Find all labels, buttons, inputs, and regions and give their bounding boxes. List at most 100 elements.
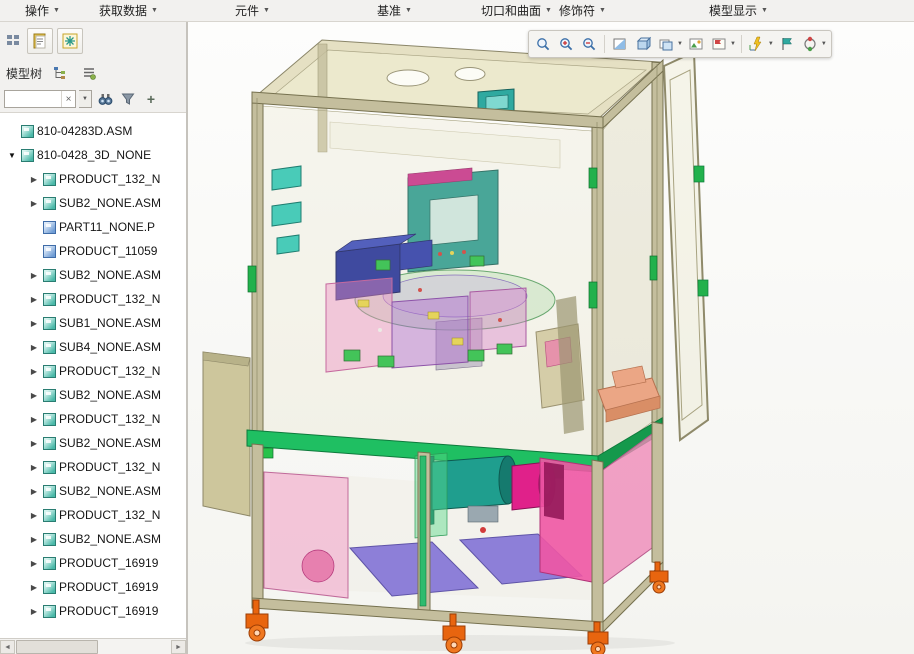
regenerate-button[interactable] — [57, 28, 83, 54]
spin-center-button[interactable] — [799, 33, 821, 55]
tree-search-row: × ▼ + — [0, 86, 186, 112]
menubar: 操作 ▼ 获取数据 ▼ 元件 ▼ 基准 ▼ 切口和曲面 ▼ 修饰符 ▼ 模型显示 ▼ — [0, 0, 914, 22]
tree-item-label: PRODUCT_11059 — [59, 244, 158, 258]
datum-display-filter-button[interactable] — [746, 33, 768, 55]
tree-item-label: PART11_NONE.P — [59, 220, 156, 234]
scrollbar-thumb[interactable] — [16, 640, 98, 654]
assembly-icon — [43, 364, 56, 378]
zoom-in-icon — [560, 38, 573, 51]
expander-icon[interactable]: ▶ — [28, 367, 40, 376]
tree-item-product-132-n[interactable]: ▶ PRODUCT_132_N — [0, 455, 186, 479]
menu-item-datum[interactable]: 基准 ▼ — [372, 0, 417, 21]
chevron-down-icon: ▼ — [263, 7, 270, 14]
paste-button[interactable] — [27, 28, 53, 54]
scroll-left-icon[interactable]: ◄ — [0, 640, 15, 654]
expand-all-button[interactable]: + — [141, 89, 161, 109]
menu-item-component[interactable]: 元件 ▼ — [230, 0, 275, 21]
search-input[interactable] — [5, 91, 61, 107]
filter-button[interactable] — [118, 89, 138, 109]
annotation-display-button[interactable] — [776, 33, 798, 55]
menu-item-operations[interactable]: 操作 ▼ — [20, 0, 65, 21]
display-style-button[interactable] — [655, 33, 677, 55]
find-button[interactable] — [95, 89, 115, 109]
tree-filters-button[interactable] — [78, 63, 102, 83]
menu-item-model-display[interactable]: 模型显示 ▼ — [704, 0, 773, 21]
menu-item-get-data[interactable]: 获取数据 ▼ — [94, 0, 163, 21]
expander-icon[interactable]: ▼ — [6, 151, 18, 160]
menu-label: 模型显示 — [709, 4, 758, 18]
expander-icon[interactable]: ▶ — [28, 391, 40, 400]
tree-item-sub2-none-asm[interactable]: ▶ SUB2_NONE.ASM — [0, 383, 186, 407]
navigator-grid-icon — [7, 35, 19, 45]
tree-item-label: 810-0428_3D_NONE — [37, 148, 152, 162]
expander-icon[interactable]: ▶ — [28, 199, 40, 208]
tree-item-sub2-none-asm[interactable]: ▶ SUB2_NONE.ASM — [0, 431, 186, 455]
expander-icon[interactable]: ▶ — [28, 343, 40, 352]
expander-icon[interactable]: ▶ — [28, 319, 40, 328]
assembly-icon — [43, 340, 56, 354]
display-shaded-button[interactable] — [632, 33, 654, 55]
expander-icon[interactable]: ▶ — [28, 511, 40, 520]
expander-icon[interactable]: ▶ — [28, 487, 40, 496]
scroll-right-icon[interactable]: ► — [171, 640, 186, 654]
tree-item-label: PRODUCT_16919 — [59, 604, 159, 618]
assembly-icon — [43, 460, 56, 474]
panel-splitter[interactable] — [186, 22, 188, 654]
tree-item-label: PRODUCT_132_N — [59, 292, 161, 306]
expander-icon[interactable]: ▶ — [28, 559, 40, 568]
horizontal-scrollbar[interactable]: ◄ ► — [0, 638, 186, 654]
chevron-down-icon: ▼ — [405, 7, 412, 14]
plus-icon: + — [146, 91, 156, 107]
expander-icon[interactable]: ▶ — [28, 583, 40, 592]
tree-item-label: PRODUCT_132_N — [59, 364, 161, 378]
tree-item-sub4-none-asm[interactable]: ▶ SUB4_NONE.ASM — [0, 335, 186, 359]
expander-icon[interactable]: ▶ — [28, 535, 40, 544]
model-tree-list: 810-04283D.ASM ▼ 810-0428_3D_NONE ▶ PRODUCT_… — [0, 112, 186, 638]
expander-icon[interactable]: ▶ — [28, 415, 40, 424]
saved-views-button[interactable] — [685, 33, 707, 55]
display-shaded-icon — [636, 36, 651, 51]
expander-icon[interactable]: ▶ — [28, 295, 40, 304]
menu-item-cut-and-surface[interactable]: 切口和曲面 ▼ — [476, 0, 557, 21]
expander-icon[interactable]: ▶ — [28, 607, 40, 616]
tree-item-product-132-n[interactable]: ▶ PRODUCT_132_N — [0, 503, 186, 527]
tree-columns-button[interactable] — [49, 63, 73, 83]
expander-icon[interactable]: ▶ — [28, 463, 40, 472]
tree-item-product-16919[interactable]: ▶ PRODUCT_16919 — [0, 575, 186, 599]
quick-access-bar — [0, 22, 186, 60]
tree-item-product-132-n[interactable]: ▶ PRODUCT_132_N — [0, 167, 186, 191]
expander-icon[interactable]: ▶ — [28, 271, 40, 280]
menu-item-decorate[interactable]: 修饰符 ▼ — [554, 0, 611, 21]
spin-center-icon — [804, 36, 816, 52]
zoom-region-button[interactable] — [532, 33, 554, 55]
zoom-out-button[interactable] — [578, 33, 600, 55]
clear-search-icon[interactable]: × — [61, 91, 75, 107]
open-door[interactable] — [662, 43, 710, 442]
side-panel[interactable] — [202, 351, 251, 517]
navigator-toggle-button[interactable] — [3, 31, 23, 51]
tree-item-sub2-none-asm[interactable]: ▶ SUB2_NONE.ASM — [0, 527, 186, 551]
view-images-button[interactable] — [708, 33, 730, 55]
expander-icon[interactable]: ▶ — [28, 175, 40, 184]
chevron-down-icon: ▼ — [767, 41, 774, 47]
tree-item-product-16919[interactable]: ▶ PRODUCT_16919 — [0, 551, 186, 575]
tree-item-sub2-none-asm[interactable]: ▶ SUB2_NONE.ASM — [0, 263, 186, 287]
tree-item-product-132-n[interactable]: ▶ PRODUCT_132_N — [0, 407, 186, 431]
chevron-down-icon: ▼ — [151, 7, 158, 14]
tree-item-product-16919[interactable]: ▶ PRODUCT_16919 — [0, 599, 186, 623]
expander-icon[interactable]: ▶ — [28, 439, 40, 448]
tree-item-product-11059[interactable]: PRODUCT_11059 — [0, 239, 186, 263]
tree-item-sub2-none-asm[interactable]: ▶ SUB2_NONE.ASM — [0, 479, 186, 503]
tree-item-810-04283d-asm[interactable]: 810-04283D.ASM — [0, 119, 186, 143]
search-dropdown-button[interactable]: ▼ — [79, 90, 92, 108]
tree-item-product-132-n[interactable]: ▶ PRODUCT_132_N — [0, 287, 186, 311]
panel-title: 模型树 — [6, 66, 43, 81]
chevron-down-icon: ▼ — [599, 7, 606, 14]
tree-item-part11-none-p[interactable]: PART11_NONE.P — [0, 215, 186, 239]
tree-item-810-0428-3d-none[interactable]: ▼ 810-0428_3D_NONE — [0, 143, 186, 167]
tree-item-sub2-none-asm[interactable]: ▶ SUB2_NONE.ASM — [0, 191, 186, 215]
tree-item-product-132-n[interactable]: ▶ PRODUCT_132_N — [0, 359, 186, 383]
tree-item-sub1-none-asm[interactable]: ▶ SUB1_NONE.ASM — [0, 311, 186, 335]
zoom-in-button[interactable] — [555, 33, 577, 55]
refit-button[interactable] — [609, 33, 631, 55]
